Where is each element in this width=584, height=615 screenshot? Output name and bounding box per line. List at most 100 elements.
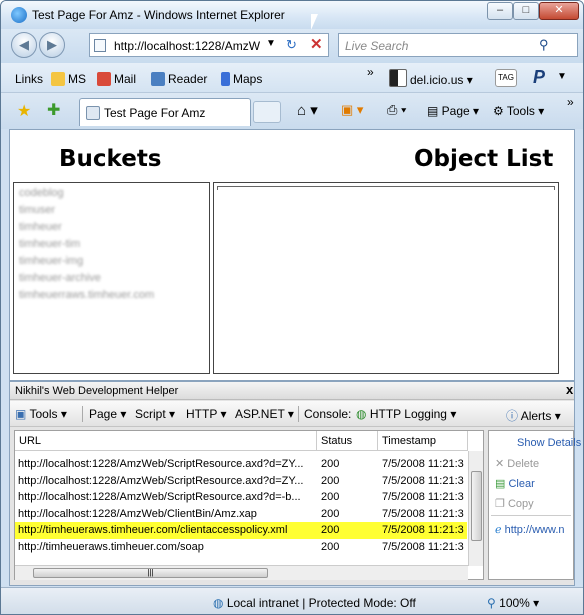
page-label: Page [89, 407, 118, 421]
url-cell: http://localhost:1228/AmzWeb/ScriptResou… [18, 491, 301, 503]
list-item[interactable]: timheuer [19, 221, 62, 233]
tools-label: Tools [29, 407, 58, 421]
address-dropdown-icon[interactable]: ▼ [266, 38, 276, 49]
page-menu[interactable]: ▤ Page ▾ [427, 104, 479, 118]
object-list[interactable] [213, 182, 559, 374]
delicious-link[interactable]: del.icio.us ▾ [389, 69, 473, 87]
page-content: Buckets Object List codeblog timuser tim… [9, 129, 575, 381]
tools-dropdown[interactable]: ▣ Tools ▾ [15, 407, 67, 421]
column-header-timestamp[interactable]: Timestamp [378, 431, 468, 451]
url-link-label: http://www.n [504, 524, 565, 536]
links-label: Links [15, 72, 44, 86]
link-maps[interactable]: Maps [221, 72, 262, 86]
vertical-scrollbar[interactable] [468, 451, 483, 566]
clear-button[interactable]: ▤ Clear [495, 477, 535, 490]
status-cell: 200 [321, 524, 340, 536]
http-label: HTTP [186, 407, 218, 421]
tag-button[interactable]: TAG [495, 69, 517, 87]
list-item[interactable]: timheuer-archive [19, 272, 101, 284]
http-dropdown[interactable]: HTTP ▾ [186, 407, 226, 421]
minimize-button[interactable]: – [487, 2, 513, 20]
new-tab-button[interactable] [253, 101, 281, 123]
link-label: Mail [114, 72, 137, 86]
copy-icon: ❐ [495, 498, 505, 510]
google-icon [221, 72, 230, 86]
http-logging-label: HTTP Logging [369, 407, 447, 421]
feeds-icon[interactable]: ▣ ▾ [341, 102, 363, 118]
timestamp-cell: 7/5/2008 11:21:3 [382, 458, 464, 470]
show-details-link[interactable]: Show Details [517, 437, 581, 449]
scroll-thumb[interactable] [471, 471, 482, 541]
scroll-thumb[interactable]: ||| [33, 568, 268, 578]
table-row[interactable]: http://localhost:1228/AmzWeb/ScriptResou… [15, 489, 467, 506]
http-logging-dropdown[interactable]: ◍ HTTP Logging ▾ [356, 407, 456, 421]
paypal-icon[interactable]: P [533, 67, 545, 88]
search-box[interactable]: Live Search ⚲ [338, 33, 578, 57]
address-bar[interactable]: http://localhost:1228/AmzW ▼ ↻ ✕ [89, 33, 329, 57]
tab-bar: ★ ✚ Test Page For Amz ⌂ ▾ ▣ ▾ ⎙ ▾ ▤ Page… [1, 93, 583, 129]
info-icon: ⓘ [506, 409, 519, 423]
stop-icon[interactable]: ✕ [310, 35, 323, 53]
script-dropdown[interactable]: Script ▾ [135, 407, 175, 421]
link-ms[interactable]: MS [51, 72, 86, 86]
helper-close-icon[interactable]: x [566, 382, 573, 397]
url-link[interactable]: ℯ http://www.n [495, 523, 565, 536]
add-favorites-icon[interactable]: ✚ [47, 100, 60, 120]
ie-icon: ℯ [495, 524, 502, 536]
helper-side-panel: Show Details ✕ Delete ▤ Clear ❐ Copy ℯ h… [488, 430, 581, 580]
script-label: Script [135, 407, 166, 421]
table-row[interactable]: http://localhost:1228/AmzWeb/ClientBin/A… [15, 506, 467, 523]
url-cell: http://localhost:1228/AmzWeb/ClientBin/A… [18, 507, 257, 520]
helper-header: Nikhil's Web Development Helper x [10, 382, 574, 400]
table-row[interactable]: http://localhost:1228/AmzWeb/ScriptResou… [15, 473, 467, 490]
link-label: MS [68, 72, 86, 86]
search-input[interactable]: Live Search [345, 39, 408, 53]
link-mail[interactable]: Mail [97, 72, 136, 86]
refresh-icon[interactable]: ↻ [286, 37, 297, 53]
links-chevron-icon[interactable]: » [367, 65, 374, 79]
maximize-button[interactable]: □ [513, 2, 539, 20]
horizontal-scrollbar[interactable]: ||| [15, 565, 468, 580]
list-item[interactable]: timheuer-img [19, 255, 83, 267]
list-item[interactable]: timheuerraws.timheuer.com [19, 289, 154, 301]
tab-test-page[interactable]: Test Page For Amz [79, 98, 251, 126]
copy-label: Copy [507, 498, 534, 510]
home-icon[interactable]: ⌂ ▾ [297, 101, 318, 119]
table-row[interactable]: http://localhost:1228/AmzWeb/ScriptResou… [15, 456, 467, 473]
tools-menu[interactable]: ⚙ Tools ▾ [493, 104, 544, 118]
status-cell: 200 [321, 474, 340, 487]
column-header-status[interactable]: Status [317, 431, 378, 451]
list-item[interactable]: timuser [19, 204, 55, 216]
link-reader[interactable]: Reader [151, 72, 207, 86]
paypal-dropdown-icon[interactable]: ▼ [557, 71, 567, 82]
page-dropdown[interactable]: Page ▾ [89, 407, 126, 421]
toolbar-chevron-icon[interactable]: » [567, 95, 574, 109]
zoom-control[interactable]: ⚲ 100% ▾ [487, 596, 539, 610]
globe-icon: ◍ [356, 407, 367, 421]
reader-icon [151, 72, 165, 86]
address-input[interactable]: http://localhost:1228/AmzW [114, 39, 264, 53]
close-window-button[interactable]: ✕ [539, 2, 579, 20]
alerts-dropdown[interactable]: ⓘ Alerts ▾ [506, 407, 561, 424]
back-button[interactable]: ◀ [11, 32, 37, 58]
buckets-list[interactable]: codeblog timuser timheuer timheuer-tim t… [13, 182, 210, 374]
mouse-cursor-icon [311, 14, 318, 30]
table-row[interactable]: http://timheueraws.timheuer.com/soap 200 7… [15, 539, 467, 556]
forward-button[interactable]: ▶ [39, 32, 65, 58]
browser-window: Test Page For Amz - Windows Internet Exp… [0, 0, 584, 615]
search-icon[interactable]: ⚲ [539, 37, 549, 53]
toolbar-divider [82, 406, 83, 422]
favorites-star-icon[interactable]: ★ [17, 101, 31, 121]
delicious-icon [389, 69, 407, 87]
list-item[interactable]: timheuer-tim [19, 238, 80, 250]
url-cell: http://localhost:1228/AmzWeb/ScriptResou… [18, 474, 304, 487]
print-icon[interactable]: ⎙ ▾ [387, 102, 406, 118]
list-item[interactable]: codeblog [19, 187, 64, 199]
aspnet-dropdown[interactable]: ASP.NET ▾ [235, 407, 294, 421]
link-label: Maps [233, 72, 263, 86]
delete-button[interactable]: ✕ Delete [495, 457, 539, 470]
table-row[interactable]: http://timheueraws.timheuer.com/clientac… [15, 522, 467, 539]
column-header-url[interactable]: URL [15, 431, 317, 451]
status-cell: 200 [321, 491, 340, 503]
copy-button[interactable]: ❐ Copy [495, 497, 534, 510]
